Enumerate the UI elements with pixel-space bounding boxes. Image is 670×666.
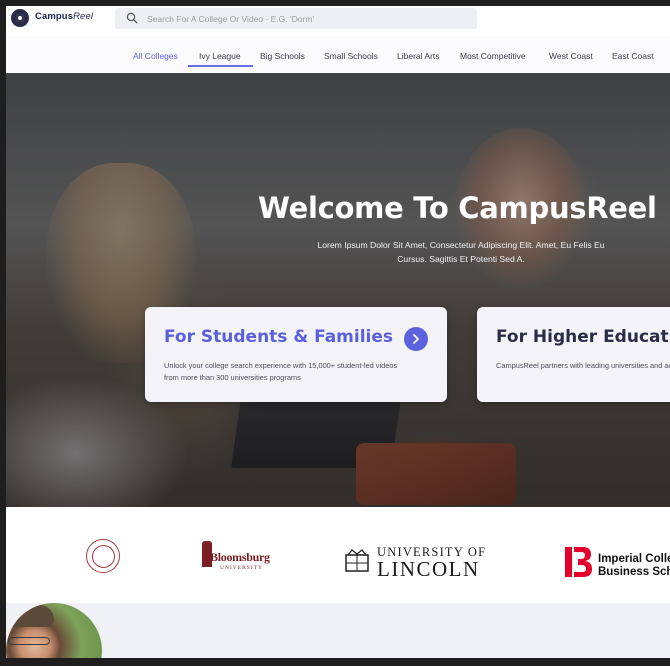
nav-ivy-league[interactable]: Ivy League bbox=[199, 51, 241, 61]
hero-subtitle: Lorem Ipsum Dolor Sit Amet, Consectetur … bbox=[317, 240, 605, 264]
category-nav: All Colleges Ivy League Big Schools Smal… bbox=[6, 36, 670, 74]
nav-west-coast[interactable]: West Coast bbox=[549, 51, 593, 61]
page: CampusReel All Colleges Ivy League Big S… bbox=[6, 6, 670, 658]
active-tab-indicator bbox=[188, 65, 253, 67]
lincoln-line2: LINCOLN bbox=[377, 557, 480, 581]
bloomsburg-logo[interactable]: Bloomsburg UNIVERSITY bbox=[198, 541, 270, 575]
bloomsburg-sub: UNIVERSITY bbox=[220, 565, 263, 571]
nav-liberal-arts[interactable]: Liberal Arts bbox=[397, 51, 440, 61]
search-bar[interactable] bbox=[115, 8, 477, 29]
card-title: For Students & Families bbox=[164, 327, 394, 347]
logo-accent-text: Reel bbox=[73, 11, 94, 22]
site-logo[interactable]: CampusReel bbox=[35, 11, 93, 22]
students-families-card[interactable]: For Students & Families Unlock your coll… bbox=[145, 307, 447, 402]
hero-banner: Welcome To CampusReel Lorem Ipsum Dolor … bbox=[6, 73, 670, 507]
card-description: CampusReel partners with leading univers… bbox=[496, 361, 670, 370]
chevron-right-icon[interactable] bbox=[404, 327, 428, 351]
card-title: For Higher Education bbox=[496, 327, 670, 347]
imperial-mark-icon bbox=[565, 547, 592, 577]
lincoln-logo[interactable]: UNIVERSITY OF LINCOLN bbox=[344, 543, 494, 581]
hero-title: Welcome To CampusReel bbox=[258, 191, 657, 225]
bloomsburg-name: Bloomsburg bbox=[210, 550, 270, 564]
card-description: Unlock your college search experience wi… bbox=[164, 361, 398, 382]
partner-logos: Bloomsburg UNIVERSITY UNIVERSITY OF LINC… bbox=[6, 507, 670, 603]
student-avatar bbox=[6, 603, 102, 658]
logo-main-text: Campus bbox=[35, 11, 74, 22]
glasses-icon bbox=[8, 637, 50, 645]
testimonial-section bbox=[6, 603, 670, 658]
nav-big-schools[interactable]: Big Schools bbox=[260, 51, 305, 61]
search-icon bbox=[126, 12, 138, 24]
imperial-logo[interactable]: Imperial College Business School bbox=[565, 547, 670, 579]
nav-most-competitive[interactable]: Most Competitive bbox=[460, 51, 526, 61]
search-input[interactable] bbox=[145, 10, 469, 28]
university-seal-logo[interactable] bbox=[86, 539, 120, 573]
imperial-line2: Business School bbox=[598, 566, 670, 578]
lincoln-crest-icon bbox=[345, 549, 369, 572]
nav-east-coast[interactable]: East Coast bbox=[612, 51, 654, 61]
nav-small-schools[interactable]: Small Schools bbox=[324, 51, 378, 61]
top-header: CampusReel bbox=[6, 6, 670, 36]
imperial-line1: Imperial College bbox=[598, 553, 670, 565]
nav-all-colleges[interactable]: All Colleges bbox=[133, 51, 178, 61]
higher-education-card[interactable]: For Higher Education CampusReel partners… bbox=[477, 307, 670, 402]
campusreel-logo-icon[interactable] bbox=[11, 9, 29, 27]
